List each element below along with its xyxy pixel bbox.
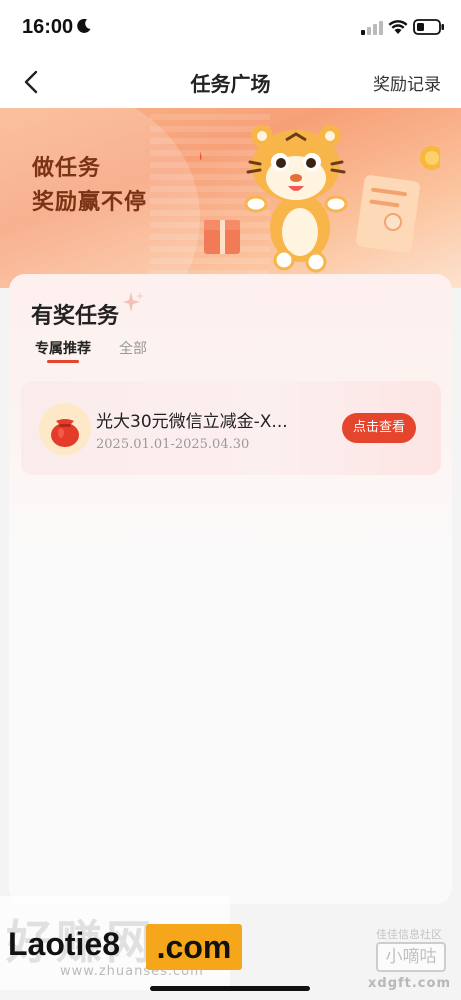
- banner-subheadline: 奖励赢不停: [32, 190, 148, 215]
- watermark-right-caption: 佳佳信息社区: [376, 928, 442, 941]
- rewarded-tasks-card: 有奖任务 专属推荐 全部 光大30元微信立减金-X... 2025.01.01-…: [9, 274, 452, 904]
- wifi-icon: [388, 20, 408, 34]
- watermark-right-url: xdgft.com: [368, 976, 451, 991]
- view-task-button[interactable]: 点击查看: [342, 413, 416, 443]
- watermark-right-logo: 小嘀咕: [376, 942, 446, 972]
- tab-all[interactable]: 全部: [119, 338, 147, 358]
- battery-icon: [413, 19, 444, 35]
- task-title: 光大30元微信立减金-X...: [96, 412, 288, 432]
- watermark-laotie8: Laotie8: [8, 926, 121, 962]
- status-bar: 16:00: [0, 0, 461, 56]
- tab-exclusive-recommend[interactable]: 专属推荐: [35, 338, 91, 358]
- task-date-range: 2025.01.01-2025.04.30: [96, 437, 250, 452]
- banner-headline: 做任务: [32, 156, 102, 181]
- signal-icon: [361, 21, 383, 35]
- nav-bar: 任务广场 奖励记录: [0, 56, 461, 108]
- watermark-dotcom: .com: [146, 924, 242, 970]
- reward-records-link[interactable]: 奖励记录: [373, 70, 441, 95]
- promo-banner: 做任务 奖励赢不停: [0, 108, 461, 288]
- task-square-screen: 16:00 任务广场 奖励记录 做任务 奖励赢不停 有奖任务 专属推荐 全部 光…: [0, 0, 461, 1000]
- task-list-item[interactable]: 光大30元微信立减金-X... 2025.01.01-2025.04.30 点击…: [21, 381, 441, 475]
- moon-icon: [77, 18, 91, 33]
- status-time: 16:00: [22, 16, 74, 38]
- red-pouch-icon: [39, 403, 91, 455]
- section-title: 有奖任务: [31, 304, 120, 329]
- sparkle-icon: [123, 292, 144, 312]
- tiger-mascot-illustration: [200, 125, 440, 273]
- home-indicator[interactable]: [150, 986, 310, 991]
- active-tab-indicator: [47, 360, 79, 363]
